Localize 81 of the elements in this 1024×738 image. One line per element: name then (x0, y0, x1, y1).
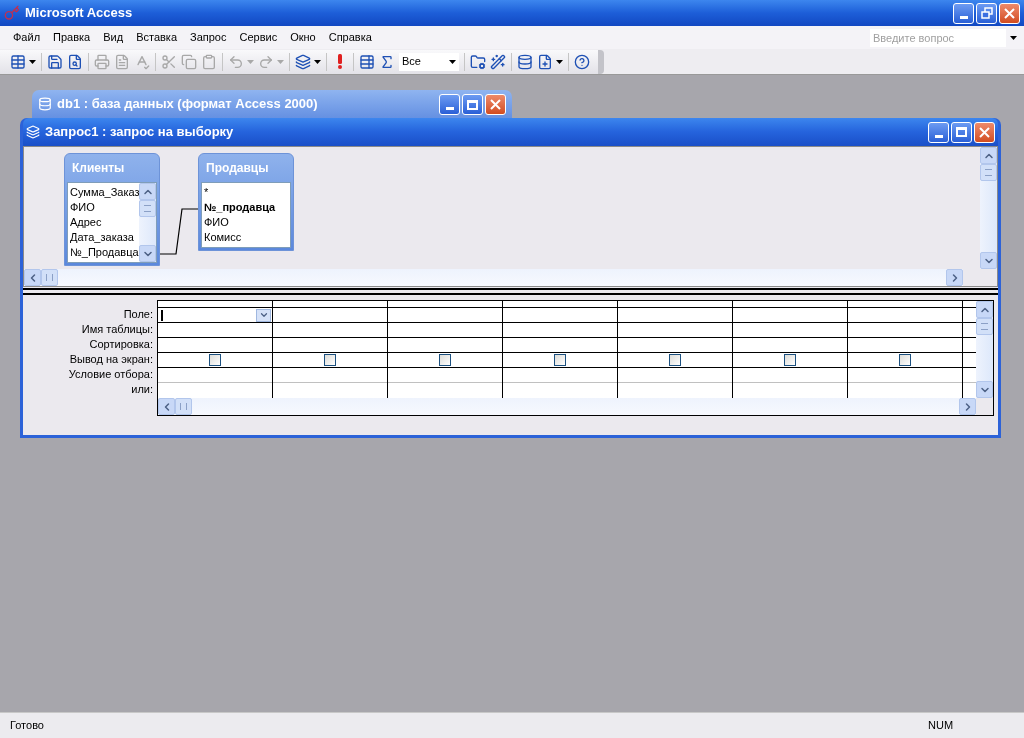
vertical-scrollbar[interactable] (139, 183, 156, 262)
minimize-button[interactable] (953, 2, 974, 24)
field-name[interactable]: Адрес (68, 215, 139, 230)
table-field-list[interactable]: Клиенты Сумма_Заказ ФИО Адрес Дата_заказа №_Продавца (64, 153, 160, 266)
horizontal-scrollbar[interactable] (24, 269, 963, 286)
query-icon (26, 125, 40, 139)
menu-item[interactable]: Запрос (185, 29, 232, 46)
close-button[interactable] (999, 2, 1020, 24)
table-field-list[interactable]: Продавцы * №_продавца ФИО Комисс (198, 153, 294, 251)
table-name: Продавцы (206, 160, 269, 177)
menu-item[interactable]: Справка (323, 29, 377, 46)
key-icon (4, 5, 20, 21)
show-checkbox[interactable] (209, 354, 221, 366)
close-icon (979, 126, 990, 138)
window-title: Запрос1 : запрос на выборку (45, 123, 234, 142)
menu-item[interactable]: Вставка (131, 29, 182, 46)
grid-cell[interactable] (733, 353, 847, 368)
help-search-field[interactable]: Введите вопрос (870, 28, 1006, 47)
grid-cell[interactable] (618, 353, 732, 368)
chevron-down-icon (258, 310, 269, 320)
field-name[interactable]: Сумма_Заказ (68, 185, 139, 200)
window-title: Microsoft Access (25, 4, 133, 23)
close-button[interactable] (974, 121, 995, 143)
menu-item[interactable]: Окно (285, 29, 321, 46)
row-label: или: (130, 382, 153, 397)
restore-icon (980, 7, 993, 19)
field-name[interactable]: Дата_заказа (68, 230, 139, 245)
text-cursor (161, 309, 163, 321)
grid-cell[interactable] (158, 353, 272, 368)
num-lock-indicator: NUM (928, 718, 954, 734)
close-icon (1004, 7, 1015, 19)
table-name: Клиенты (72, 160, 125, 177)
row-label: Имя таблицы: (80, 322, 153, 337)
vertical-scrollbar[interactable] (976, 301, 993, 398)
exclamation-icon[interactable] (337, 54, 343, 69)
maximize-button[interactable] (462, 94, 483, 115)
row-label: Сортировка: (88, 337, 153, 352)
row-label: Поле: (122, 307, 153, 322)
menu-item[interactable]: Вид (98, 29, 129, 46)
dropdown-caret-icon[interactable] (1009, 35, 1017, 40)
field-name[interactable]: * (202, 185, 290, 200)
horizontal-scrollbar[interactable] (158, 398, 976, 415)
minimize-button[interactable] (439, 94, 460, 115)
menu-item[interactable]: Правка (48, 29, 96, 46)
minimize-button[interactable] (928, 121, 949, 143)
grid-cell[interactable] (273, 353, 387, 368)
vertical-scrollbar[interactable] (980, 147, 997, 269)
field-name[interactable]: ФИО (68, 200, 139, 215)
grid-cell[interactable] (848, 353, 962, 368)
close-icon (490, 99, 501, 110)
field-name[interactable]: Комисс (202, 230, 290, 245)
caret-icon[interactable] (314, 59, 321, 64)
relationship-line (160, 207, 200, 257)
field-dropdown-button[interactable] (256, 308, 271, 322)
grid-cell[interactable] (503, 353, 617, 368)
show-checkbox[interactable] (784, 354, 796, 366)
pane-splitter[interactable] (23, 288, 998, 295)
field-name[interactable]: №_продавца (202, 200, 290, 215)
top-values-dropdown[interactable]: Все (399, 52, 459, 71)
grid-cell[interactable] (388, 353, 502, 368)
menu-item[interactable]: Сервис (234, 29, 283, 46)
grid-cell[interactable] (158, 308, 272, 323)
close-button[interactable] (485, 94, 506, 115)
show-checkbox[interactable] (324, 354, 336, 366)
maximize-button[interactable] (951, 121, 972, 143)
window-title: db1 : база данных (формат Access 2000) (57, 95, 318, 113)
caret-icon[interactable] (556, 59, 563, 64)
caret-icon[interactable] (29, 59, 36, 64)
show-checkbox[interactable] (899, 354, 911, 366)
database-icon (38, 96, 52, 111)
show-checkbox[interactable] (439, 354, 451, 366)
caret-icon[interactable] (449, 59, 456, 64)
restore-button[interactable] (976, 2, 997, 24)
row-label: Условие отбора: (67, 367, 153, 382)
menu-item[interactable]: Файл (8, 29, 46, 46)
field-name[interactable]: ФИО (202, 215, 290, 230)
status-text: Готово (9, 718, 45, 734)
show-checkbox[interactable] (669, 354, 681, 366)
row-label: Вывод на экран: (68, 352, 153, 367)
field-name[interactable]: №_Продавца (68, 245, 139, 260)
show-checkbox[interactable] (554, 354, 566, 366)
